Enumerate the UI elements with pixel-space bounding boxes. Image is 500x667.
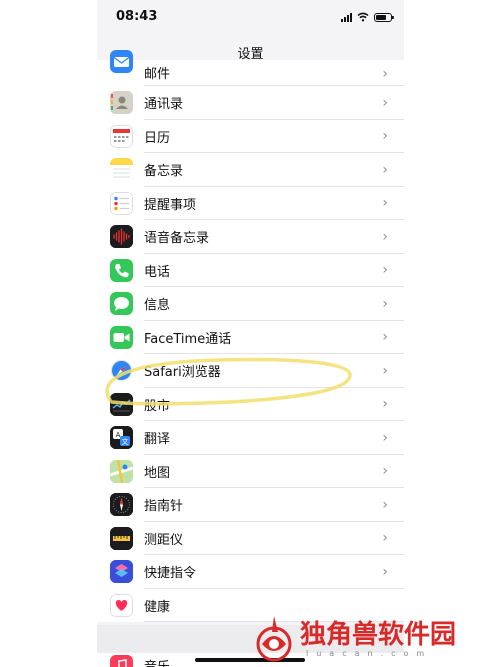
- settings-item-label: 健康: [144, 599, 171, 615]
- settings-item[interactable]: A 文翻译 ›: [97, 421, 404, 455]
- chevron-right-icon: ›: [382, 463, 388, 480]
- settings-item-label: 音乐: [144, 656, 170, 667]
- settings-item[interactable]: 通讯录 ›: [97, 86, 404, 120]
- chevron-right-icon: ›: [382, 563, 388, 580]
- settings-item[interactable]: 邮件 ›: [97, 50, 404, 86]
- chevron-right-icon: ›: [382, 161, 388, 178]
- chevron-right-icon: ›: [382, 530, 388, 547]
- settings-item[interactable]: 快捷指令 ›: [97, 555, 404, 589]
- maps-icon: [110, 459, 133, 483]
- settings-list: 邮件 › 通讯录 › 日历 › 备忘录 › 提醒事项 › 语音备忘录 › 电话 › 信息 › FaceTime通…: [97, 50, 404, 622]
- settings-item-label: FaceTime通话: [144, 331, 232, 347]
- settings-item-label: 语音备忘录: [144, 231, 210, 247]
- chevron-right-icon: ›: [382, 362, 388, 379]
- settings-item[interactable]: 语音备忘录 ›: [97, 220, 404, 254]
- settings-item-label: 指南针: [144, 499, 184, 515]
- wifi-icon: [357, 12, 369, 22]
- watermark-subtitle: luacan.com: [306, 649, 433, 658]
- chevron-right-icon: ›: [382, 94, 388, 111]
- health-icon: [110, 593, 133, 617]
- settings-item-label: 备忘录: [144, 164, 184, 180]
- settings-item-label: 地图: [144, 465, 171, 481]
- chevron-right-icon: ›: [382, 429, 388, 446]
- settings-item[interactable]: 电话 ›: [97, 254, 404, 287]
- measure-icon: [110, 526, 133, 550]
- calendar-icon: [110, 124, 133, 148]
- chevron-right-icon: ›: [382, 262, 388, 279]
- settings-item-label: 日历: [144, 130, 171, 146]
- reminders-icon: [110, 191, 133, 215]
- chevron-right-icon: ›: [382, 295, 388, 312]
- chevron-right-icon: ›: [382, 66, 388, 82]
- translate-icon: A文: [110, 426, 133, 450]
- chevron-right-icon: ›: [382, 496, 388, 513]
- svg-text:A: A: [116, 431, 121, 439]
- settings-item[interactable]: 指南针 ›: [97, 488, 404, 522]
- music-icon: [110, 655, 133, 667]
- settings-item[interactable]: 股市 ›: [97, 388, 404, 421]
- settings-item[interactable]: Safari浏览器 ›: [97, 354, 404, 388]
- settings-item-label: Safari浏览器: [144, 365, 221, 381]
- facetime-icon: [110, 325, 133, 349]
- status-icons: [341, 12, 394, 22]
- settings-item-label: 快捷指令: [144, 566, 197, 582]
- settings-item[interactable]: 日历 ›: [97, 120, 404, 153]
- compass-icon: [110, 493, 133, 517]
- settings-item[interactable]: 备忘录 ›: [97, 153, 404, 187]
- phone-screen: 08:43 设置 邮件 › 通讯录 › 日历 › 备忘录 › 提醒事项 › 语音备忘录 › 电话 › 信息 ›…: [97, 0, 404, 667]
- svg-text:文: 文: [122, 437, 129, 446]
- settings-item-label: 电话: [144, 264, 171, 280]
- settings-item[interactable]: 测距仪 ›: [97, 522, 404, 555]
- voice-memos-icon: [110, 225, 133, 249]
- settings-item-label: 测距仪: [144, 532, 184, 548]
- settings-item[interactable]: 提醒事项 ›: [97, 187, 404, 220]
- chevron-right-icon: ›: [382, 228, 388, 245]
- settings-item-label: 信息: [144, 298, 171, 314]
- contacts-icon: [110, 91, 133, 115]
- settings-item-label: 翻译: [144, 432, 171, 448]
- chevron-right-icon: ›: [382, 396, 388, 413]
- messages-icon: [110, 292, 133, 316]
- battery-icon: [374, 12, 394, 22]
- settings-item[interactable]: 信息 ›: [97, 287, 404, 321]
- safari-icon: [110, 359, 133, 383]
- unicorn-logo: [256, 616, 292, 662]
- settings-item-label: 通讯录: [144, 97, 184, 113]
- settings-item-label: 股市: [144, 398, 171, 414]
- cellular-signal-icon: [341, 12, 352, 22]
- shortcuts-icon: [110, 560, 133, 584]
- settings-item-label: 提醒事项: [144, 197, 197, 213]
- battery-fill: [376, 14, 386, 20]
- settings-item-label: 邮件: [144, 67, 171, 82]
- settings-item[interactable]: FaceTime通话 ›: [97, 321, 404, 354]
- chevron-right-icon: ›: [382, 329, 388, 346]
- chevron-right-icon: ›: [382, 128, 388, 145]
- stocks-icon: [110, 392, 133, 416]
- chevron-right-icon: ›: [382, 195, 388, 212]
- mail-icon: [110, 50, 133, 73]
- watermark-title: 独角兽软件园: [300, 620, 457, 650]
- status-bar: 08:43: [97, 0, 404, 36]
- notes-icon: [110, 158, 133, 182]
- settings-item[interactable]: 地图 ›: [97, 455, 404, 488]
- phone-icon: [110, 258, 133, 282]
- status-time: 08:43: [116, 9, 158, 24]
- watermark: 独角兽软件园 luacan.com: [250, 612, 500, 667]
